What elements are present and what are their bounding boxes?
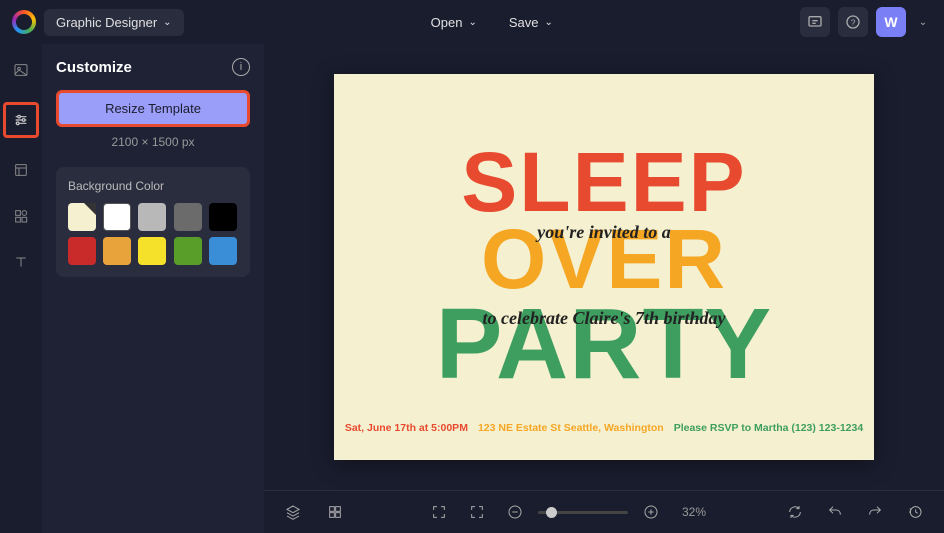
bottom-bar: 32% [264, 490, 944, 533]
header-center: Open ⌄ Save ⌄ [419, 9, 565, 36]
tool-adjust[interactable] [3, 102, 39, 138]
tool-text[interactable] [7, 248, 35, 276]
undo-button[interactable] [820, 497, 850, 527]
zoom-slider[interactable] [538, 511, 628, 514]
refresh-icon [787, 504, 803, 520]
workspace-label: Graphic Designer [56, 15, 157, 30]
canvas-dimensions: 2100 × 1500 px [56, 135, 250, 149]
pages-button[interactable] [320, 497, 350, 527]
footer-address: 123 NE Estate St Seattle, Washington [478, 422, 664, 434]
chevron-down-icon: ⌄ [545, 17, 553, 28]
svg-text:?: ? [851, 17, 856, 27]
feedback-button[interactable] [800, 7, 830, 37]
fullscreen-button[interactable] [462, 497, 492, 527]
zoom-controls: 32% [424, 497, 706, 527]
swatch-0[interactable] [68, 203, 96, 231]
swatch-7[interactable] [138, 237, 166, 265]
help-icon: ? [845, 14, 861, 30]
swatch-8[interactable] [174, 237, 202, 265]
canvas-area: SLEEP you're invited to a OVER to celebr… [264, 44, 944, 533]
header-right: ? W ⌄ [800, 7, 932, 37]
elements-icon [13, 208, 29, 224]
image-icon [13, 62, 29, 78]
background-color-panel: Background Color [56, 167, 250, 277]
footer-rsvp: Please RSVP to Martha (123) 123-1234 [674, 422, 864, 434]
history-icon [907, 504, 923, 520]
invitation-footer[interactable]: Sat, June 17th at 5:00PM 123 NE Estate S… [345, 422, 863, 434]
layers-button[interactable] [278, 497, 308, 527]
fit-icon [431, 504, 447, 520]
account-menu[interactable]: ⌄ [914, 7, 932, 37]
minus-icon [507, 504, 523, 520]
workspace-dropdown[interactable]: Graphic Designer ⌄ [44, 9, 184, 36]
avatar-button[interactable]: W [876, 7, 906, 37]
redo-button[interactable] [860, 497, 890, 527]
tool-template[interactable] [7, 156, 35, 184]
chevron-down-icon: ⌄ [468, 17, 476, 28]
history-controls [780, 497, 930, 527]
swatch-9[interactable] [209, 237, 237, 265]
swatch-5[interactable] [68, 237, 96, 265]
zoom-percent: 32% [682, 505, 706, 519]
panel-title: Customize [56, 59, 132, 76]
headline-word-1[interactable]: SLEEP [461, 144, 746, 221]
app-logo[interactable] [12, 10, 36, 34]
resize-template-button[interactable]: Resize Template [56, 90, 250, 127]
redo-icon [867, 504, 883, 520]
history-button[interactable] [900, 497, 930, 527]
layers-icon [285, 504, 301, 520]
grid-icon [327, 504, 343, 520]
tool-image[interactable] [7, 56, 35, 84]
save-button[interactable]: Save ⌄ [497, 9, 565, 36]
header: Graphic Designer ⌄ Open ⌄ Save ⌄ ? W ⌄ [0, 0, 944, 44]
swatch-3[interactable] [174, 203, 202, 231]
script-line-2[interactable]: to celebrate Claire's 7th birthday [483, 308, 726, 329]
swatch-2[interactable] [138, 203, 166, 231]
left-toolbar [0, 44, 42, 533]
swatch-grid [68, 203, 238, 265]
plus-icon [643, 504, 659, 520]
tool-elements[interactable] [7, 202, 35, 230]
swatch-4[interactable] [209, 203, 237, 231]
chevron-down-icon: ⌄ [919, 17, 927, 28]
swatch-6[interactable] [103, 237, 131, 265]
bg-color-label: Background Color [68, 179, 238, 193]
zoom-out-button[interactable] [500, 497, 530, 527]
script-line-1[interactable]: you're invited to a [537, 222, 671, 243]
zoom-in-button[interactable] [636, 497, 666, 527]
sync-button[interactable] [780, 497, 810, 527]
help-button[interactable]: ? [838, 7, 868, 37]
design-canvas[interactable]: SLEEP you're invited to a OVER to celebr… [334, 74, 874, 460]
info-icon[interactable]: i [232, 58, 250, 76]
fit-screen-button[interactable] [424, 497, 454, 527]
text-icon [13, 254, 29, 270]
main: Customize i Resize Template 2100 × 1500 … [0, 44, 944, 533]
expand-icon [469, 504, 485, 520]
undo-icon [827, 504, 843, 520]
swatch-1[interactable] [103, 203, 131, 231]
chat-icon [807, 14, 823, 30]
panel-header: Customize i [56, 58, 250, 76]
slider-thumb[interactable] [546, 507, 557, 518]
adjust-icon [13, 112, 29, 128]
chevron-down-icon: ⌄ [163, 17, 171, 28]
customize-panel: Customize i Resize Template 2100 × 1500 … [42, 44, 264, 533]
footer-date: Sat, June 17th at 5:00PM [345, 422, 468, 434]
open-button[interactable]: Open ⌄ [419, 9, 489, 36]
template-icon [13, 162, 29, 178]
canvas-viewport[interactable]: SLEEP you're invited to a OVER to celebr… [264, 44, 944, 490]
